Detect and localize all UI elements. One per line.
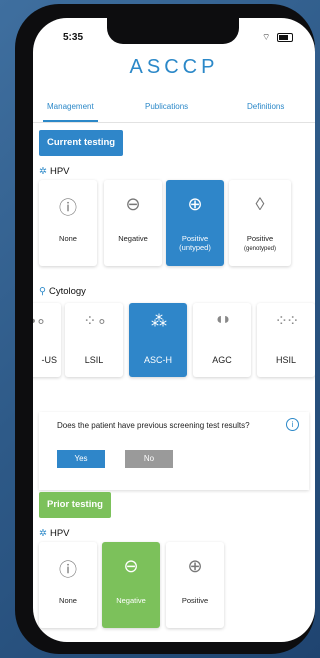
tab-management[interactable]: Management: [43, 102, 98, 122]
hpv-option-positive-genotyped[interactable]: ◊ Positive (genotyped): [229, 180, 291, 266]
cytology-option-agc[interactable]: ◖◗ AGC: [193, 303, 251, 377]
cytology-heading: ⚲ Cytology: [39, 286, 86, 297]
prior-hpv-option-none[interactable]: ⓘ None: [39, 542, 97, 628]
cells-icon: ⁘⁘: [274, 313, 300, 330]
question-icon: ⓘ: [59, 198, 77, 218]
question-text: Does the patient have previous screening…: [57, 421, 250, 430]
hpv-option-none[interactable]: ⓘ None: [39, 180, 97, 266]
prior-hpv-option-positive[interactable]: ⊕ Positive: [166, 542, 224, 628]
app-screen: 5:35 ⌔ ASCCP Management Publications Def…: [33, 18, 315, 642]
minus-icon: ⊖: [125, 194, 141, 214]
prior-testing-header: Prior testing: [39, 492, 111, 518]
current-testing-header: Current testing: [39, 130, 124, 156]
cytology-option-hsil[interactable]: ⁘⁘ HSIL: [257, 303, 315, 377]
hpv-option-negative[interactable]: ⊖ Negative: [104, 180, 162, 266]
question-icon: ⓘ: [59, 560, 77, 580]
cells-icon: • ∘: [33, 313, 46, 330]
status-icons: ⌔: [262, 32, 293, 43]
wifi-icon: ⌔: [262, 32, 273, 42]
notch: [107, 18, 239, 44]
cells-icon: ⁘ ∘: [83, 313, 107, 330]
previous-results-question: Does the patient have previous screening…: [39, 412, 309, 490]
tab-publications[interactable]: Publications: [145, 102, 188, 111]
status-time: 5:35: [63, 32, 84, 43]
current-hpv-heading: ✲ HPV: [39, 166, 70, 177]
cells-icon: ◖◗: [214, 311, 231, 328]
info-icon[interactable]: i: [286, 418, 299, 431]
genotype-icon: ◊: [255, 194, 265, 214]
battery-icon: [277, 33, 293, 43]
plus-icon: ⊕: [187, 194, 203, 214]
cells-icon: ⁂: [151, 313, 167, 330]
minus-icon: ⊖: [123, 556, 139, 576]
yes-button[interactable]: Yes: [57, 450, 105, 468]
cytology-option-ascus[interactable]: • ∘ -US: [33, 303, 61, 377]
plus-icon: ⊕: [187, 556, 203, 576]
prior-hpv-heading: ✲ HPV: [39, 528, 70, 539]
no-button[interactable]: No: [125, 450, 173, 468]
tab-bar: Management Publications Definitions: [33, 92, 315, 123]
tab-definitions[interactable]: Definitions: [247, 102, 284, 111]
virus-icon: ✲: [39, 166, 47, 177]
cytology-option-lsil[interactable]: ⁘ ∘ LSIL: [65, 303, 123, 377]
microscope-icon: ⚲: [39, 286, 46, 297]
prior-hpv-option-negative[interactable]: ⊖ Negative: [102, 542, 160, 628]
hpv-option-positive-untyped[interactable]: ⊕ Positive (untyped): [166, 180, 224, 266]
virus-icon: ✲: [39, 528, 47, 539]
cytology-option-asch[interactable]: ⁂ ASC-H: [129, 303, 187, 377]
app-logo: ASCCP: [129, 56, 219, 78]
